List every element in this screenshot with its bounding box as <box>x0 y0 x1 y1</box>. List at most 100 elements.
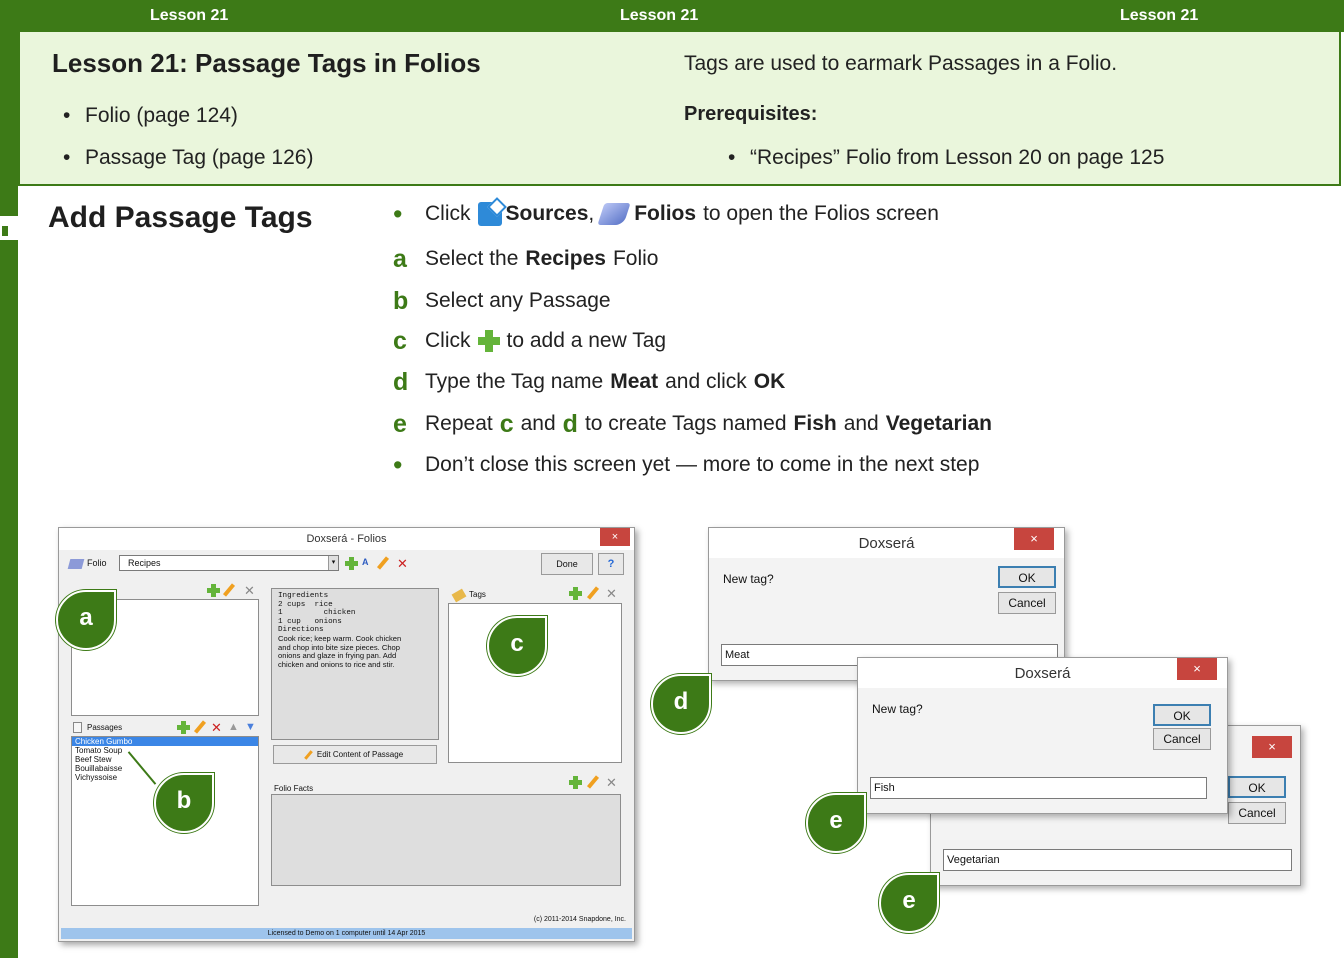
callout-d: d <box>651 674 711 734</box>
edit-fact-icon[interactable] <box>586 775 600 789</box>
help-button[interactable]: ? <box>598 553 624 575</box>
lesson-label-center: Lesson 21 <box>620 7 699 24</box>
passage-item-selected[interactable]: Chicken Gumbo <box>72 737 258 746</box>
delete-fact-icon[interactable]: ✕ <box>606 776 617 789</box>
comma: , <box>588 202 595 225</box>
step-note-text: Don’t close this screen yet — more to co… <box>425 453 980 476</box>
step-c-text: Click <box>425 329 471 352</box>
topic-bullet-passage-tag: Passage Tag (page 126) <box>63 146 313 170</box>
add-icon[interactable] <box>207 584 220 597</box>
tag-name-field[interactable]: Vegetarian <box>943 849 1292 871</box>
step-d-text: Type the Tag name <box>425 370 604 393</box>
step-letter-d: d <box>393 367 409 396</box>
close-icon[interactable]: × <box>1252 736 1292 758</box>
sources-icon <box>477 202 502 226</box>
ok-button[interactable]: OK <box>1228 776 1286 798</box>
folios-icon <box>597 203 631 225</box>
step-letter-e: e <box>393 409 407 438</box>
tag-name-field[interactable]: Fish <box>870 777 1207 799</box>
lesson-header-bar: Lesson 21 Lesson 21 Lesson 21 <box>18 0 1344 32</box>
callout-c: c <box>487 616 547 676</box>
delete-folio-icon[interactable]: ✕ <box>397 557 408 570</box>
rename-folio-icon[interactable]: A <box>362 557 369 567</box>
prerequisite-item: “Recipes” Folio from Lesson 20 on page 1… <box>728 146 1164 170</box>
close-icon[interactable]: × <box>600 528 630 546</box>
step-a-post: Folio <box>612 247 659 270</box>
folio-facts-pane <box>271 794 621 886</box>
delete-tag-icon[interactable]: ✕ <box>606 587 617 600</box>
section-title: Add Passage Tags <box>48 201 313 234</box>
edit-passage-icon[interactable] <box>193 720 207 734</box>
folios-window: Doxserá - Folios × Folio Recipes ▾ A ✕ D… <box>58 527 635 942</box>
add-folio-icon[interactable] <box>345 557 358 570</box>
left-margin-bar <box>0 0 18 958</box>
passages-label: Passages <box>87 723 123 732</box>
passage-item[interactable]: Bouillabaisse <box>72 764 258 773</box>
margin-mark <box>2 226 8 236</box>
content-line: 1 cup onions <box>278 617 342 626</box>
cancel-button[interactable]: Cancel <box>998 592 1056 614</box>
lesson-title: Lesson 21: Passage Tags in Folios <box>52 48 481 78</box>
add-fact-icon[interactable] <box>569 776 582 789</box>
remove-icon[interactable]: ✕ <box>244 584 255 597</box>
step-d-meat: Meat <box>610 370 659 393</box>
step-b: b Select any Passage <box>393 287 611 315</box>
callout-e-vegetarian: e <box>879 873 939 933</box>
step-note: • Don’t close this screen yet — more to … <box>393 451 979 479</box>
prerequisites-label: Prerequisites: <box>684 103 818 125</box>
edit-content-button[interactable]: Edit Content of Passage <box>273 745 437 764</box>
step-e-fish: Fish <box>793 412 837 435</box>
lesson-intro-box: Lesson 21: Passage Tags in Folios Folio … <box>18 32 1341 186</box>
ok-button[interactable]: OK <box>998 566 1056 588</box>
edit-tag-icon[interactable] <box>586 586 600 600</box>
cancel-button[interactable]: Cancel <box>1228 802 1286 824</box>
edit-folio-icon[interactable] <box>376 556 390 570</box>
delete-passage-icon[interactable]: ✕ <box>211 721 222 734</box>
edit-content-label: Edit Content of Passage <box>316 750 404 759</box>
move-up-icon[interactable]: ▲ <box>228 721 239 733</box>
step-a-text: Select the <box>425 247 519 270</box>
step-e-ref-d: d <box>562 409 578 438</box>
step-e: e Repeat c and d to create Tags named Fi… <box>393 410 992 438</box>
new-tag-dialog-fish: Doxserá × New tag? OK Cancel Fish <box>857 657 1228 814</box>
lesson-label-left: Lesson 21 <box>150 7 229 24</box>
dialog-prompt: New tag? <box>872 702 923 716</box>
sources-label: Sources <box>505 202 589 225</box>
move-down-icon[interactable]: ▼ <box>245 721 256 733</box>
chevron-down-icon[interactable]: ▾ <box>328 556 338 570</box>
add-passage-icon[interactable] <box>177 721 190 734</box>
cancel-button[interactable]: Cancel <box>1153 728 1211 750</box>
folio-select[interactable]: Recipes <box>119 555 339 571</box>
content-line: 1 chicken <box>278 609 356 618</box>
step-e-and: and <box>520 412 556 435</box>
step-bullet: • <box>393 198 403 229</box>
folios-label: Folios <box>634 202 697 225</box>
ok-button[interactable]: OK <box>1153 704 1211 726</box>
step-e-ref-c: c <box>499 409 514 438</box>
callout-letter: c <box>510 630 524 657</box>
pencil-icon[interactable] <box>222 583 236 597</box>
callout-letter: a <box>79 604 93 631</box>
step-c: c Click to add a new Tag <box>393 327 666 355</box>
close-icon[interactable]: × <box>1177 658 1217 680</box>
step-a-bold: Recipes <box>525 247 606 270</box>
content-line: 2 cups rice <box>278 600 333 609</box>
passage-item[interactable]: Beef Stew <box>72 755 258 764</box>
add-tag-icon[interactable] <box>569 587 582 600</box>
content-line: chicken and onions to rice and stir. <box>278 659 395 669</box>
step-note-bullet: • <box>393 449 403 480</box>
content-line: Ingredients <box>278 592 329 600</box>
passage-item[interactable]: Tomato Soup <box>72 746 258 755</box>
callout-a: a <box>56 590 116 650</box>
step-d: d Type the Tag name Meat and click OK <box>393 368 785 396</box>
passages-icon <box>73 722 82 733</box>
done-button[interactable]: Done <box>541 553 593 575</box>
step-a: a Select the Recipes Folio <box>393 245 658 273</box>
close-icon[interactable]: × <box>1014 528 1054 550</box>
dialog-prompt: New tag? <box>723 572 774 586</box>
step-c-post: to add a new Tag <box>506 329 667 352</box>
step-click-text: Click <box>425 202 471 225</box>
passage-content-pane: Ingredients 2 cups rice 1 chicken 1 cup … <box>271 588 439 740</box>
step-letter-c: c <box>393 326 407 355</box>
step-e-mid: to create Tags named <box>584 412 787 435</box>
